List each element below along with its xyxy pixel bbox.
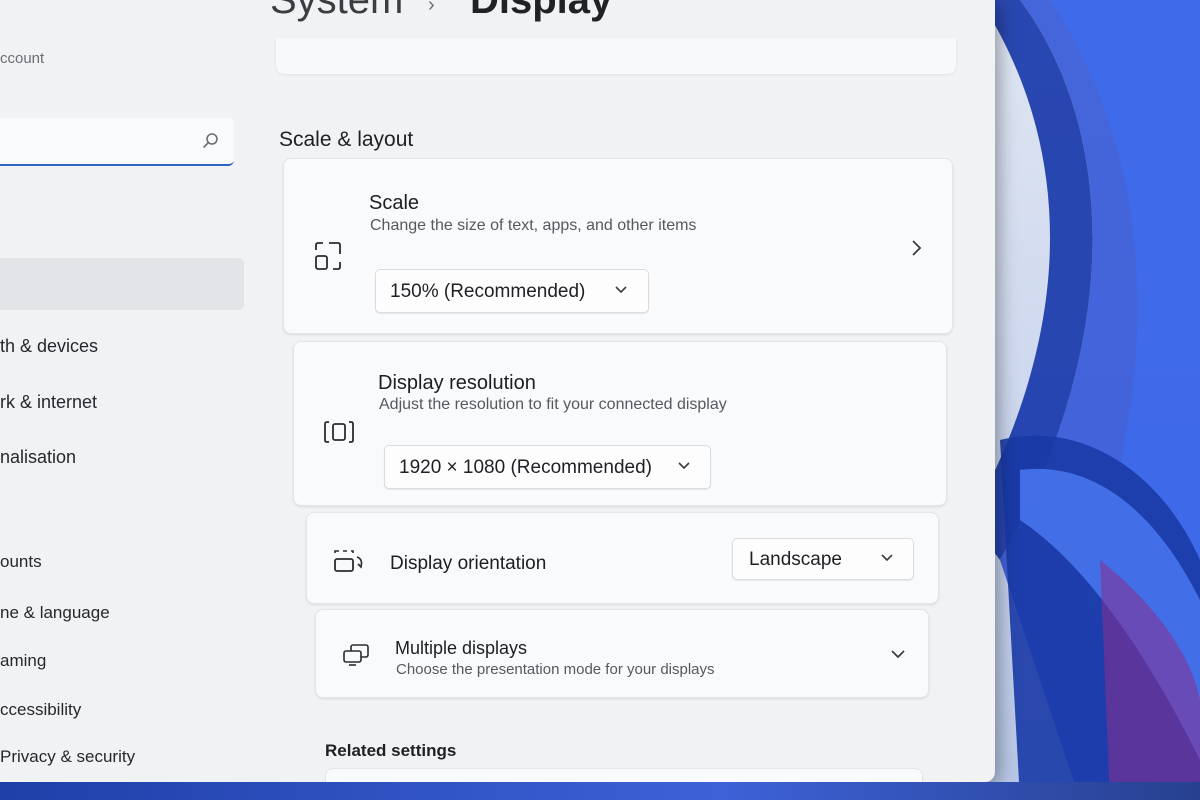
multiple-displays-title: Multiple displays [395, 638, 528, 658]
breadcrumb-separator: › [428, 0, 435, 16]
related-settings-heading: Related settings [325, 741, 457, 760]
scale-card[interactable]: Scale Change the size of text, apps, and… [283, 158, 953, 334]
account-label[interactable]: ccount [0, 50, 44, 67]
resolution-subtitle: Adjust the resolution to fit your connec… [379, 396, 727, 413]
section-title: Scale & layout [279, 128, 414, 151]
resolution-title: Display resolution [378, 372, 536, 394]
brightness-card [276, 38, 956, 74]
resolution-icon [324, 421, 354, 443]
search-icon [203, 133, 218, 148]
resolution-dropdown-value: 1920 × 1080 (Recommended) [399, 457, 652, 478]
resolution-dropdown[interactable]: 1920 × 1080 (Recommended) [384, 445, 711, 489]
multiple-displays-icon [343, 644, 369, 666]
orientation-dropdown-value: Landscape [749, 549, 842, 570]
sidebar-item-network-internet[interactable]: rk & internet [0, 392, 97, 413]
sidebar-item-gaming[interactable]: aming [0, 651, 46, 671]
chevron-down-icon [881, 554, 893, 562]
taskbar [0, 782, 1200, 800]
orientation-title: Display orientation [390, 553, 547, 574]
sidebar-item-accounts[interactable]: ounts [0, 552, 42, 572]
resolution-card[interactable]: Display resolution Adjust the resolution… [293, 341, 947, 506]
sidebar-item-time-language[interactable]: ne & language [0, 603, 110, 623]
orientation-icon [334, 550, 363, 572]
scale-subtitle: Change the size of text, apps, and other… [370, 217, 697, 234]
scale-icon [315, 242, 341, 270]
settings-window: System › Display ccount th & devices rk … [0, 0, 995, 782]
scale-dropdown[interactable]: 150% (Recommended) [375, 269, 649, 313]
sidebar-item-accessibility[interactable]: ccessibility [0, 700, 81, 720]
orientation-dropdown[interactable]: Landscape [732, 538, 914, 580]
breadcrumb-system[interactable]: System [270, 0, 403, 23]
orientation-card[interactable]: Display orientation Landscape [306, 512, 939, 604]
multiple-displays-card[interactable]: Multiple displays Choose the presentatio… [315, 609, 929, 698]
chevron-down-icon [678, 462, 690, 470]
chevron-down-icon[interactable] [890, 649, 906, 659]
chevron-down-icon [615, 286, 627, 294]
search-input[interactable] [0, 118, 234, 166]
multiple-displays-subtitle: Choose the presentation mode for your di… [396, 661, 715, 678]
chevron-right-icon[interactable] [910, 239, 922, 257]
desktop-wallpaper [960, 0, 1200, 800]
page-title: Display [470, 0, 613, 22]
related-settings-card[interactable] [325, 768, 923, 782]
sidebar-item-system-selected[interactable] [0, 258, 244, 310]
sidebar-item-privacy-security[interactable]: Privacy & security [0, 747, 135, 767]
scale-dropdown-value: 150% (Recommended) [390, 281, 586, 302]
scale-title: Scale [369, 192, 420, 214]
sidebar-item-personalisation[interactable]: nalisation [0, 447, 76, 468]
sidebar-item-bluetooth-devices[interactable]: th & devices [0, 336, 98, 357]
